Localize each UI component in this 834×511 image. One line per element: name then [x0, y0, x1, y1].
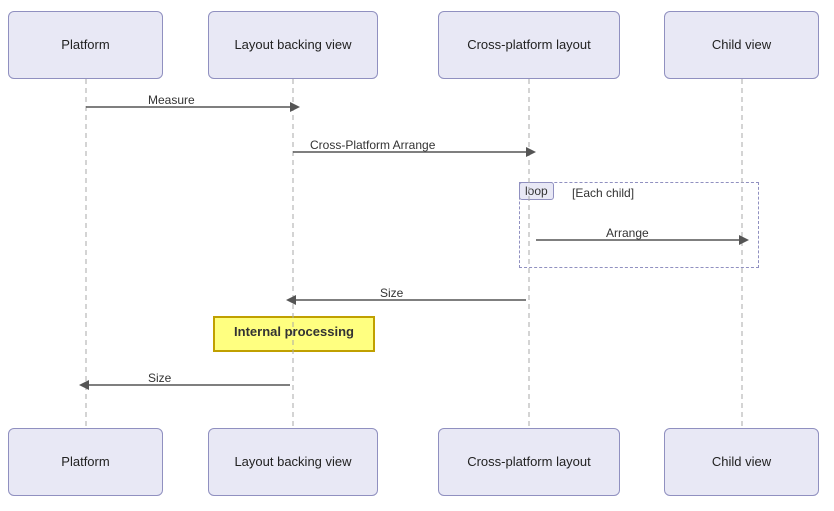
- child-view-box-bottom: Child view: [664, 428, 819, 496]
- cross-platform-box-bottom: Cross-platform layout: [438, 428, 620, 496]
- child-view-box-top: Child view: [664, 11, 819, 79]
- loop-condition: [Each child]: [572, 186, 634, 200]
- platform-box-top: Platform: [8, 11, 163, 79]
- arrange-label: Arrange: [606, 226, 649, 240]
- layout-backing-box-bottom: Layout backing view: [208, 428, 378, 496]
- layout-backing-box-top: Layout backing view: [208, 11, 378, 79]
- measure-label: Measure: [148, 93, 195, 107]
- size2-label: Size: [148, 371, 171, 385]
- internal-processing-box: Internal processing: [213, 316, 375, 352]
- cross-platform-arrange-label: Cross-Platform Arrange: [310, 138, 435, 152]
- size1-label: Size: [380, 286, 403, 300]
- sequence-diagram: Platform Layout backing view Cross-platf…: [0, 0, 834, 511]
- loop-box: [519, 182, 759, 268]
- cross-platform-box-top: Cross-platform layout: [438, 11, 620, 79]
- loop-label: loop: [519, 182, 554, 200]
- platform-box-bottom: Platform: [8, 428, 163, 496]
